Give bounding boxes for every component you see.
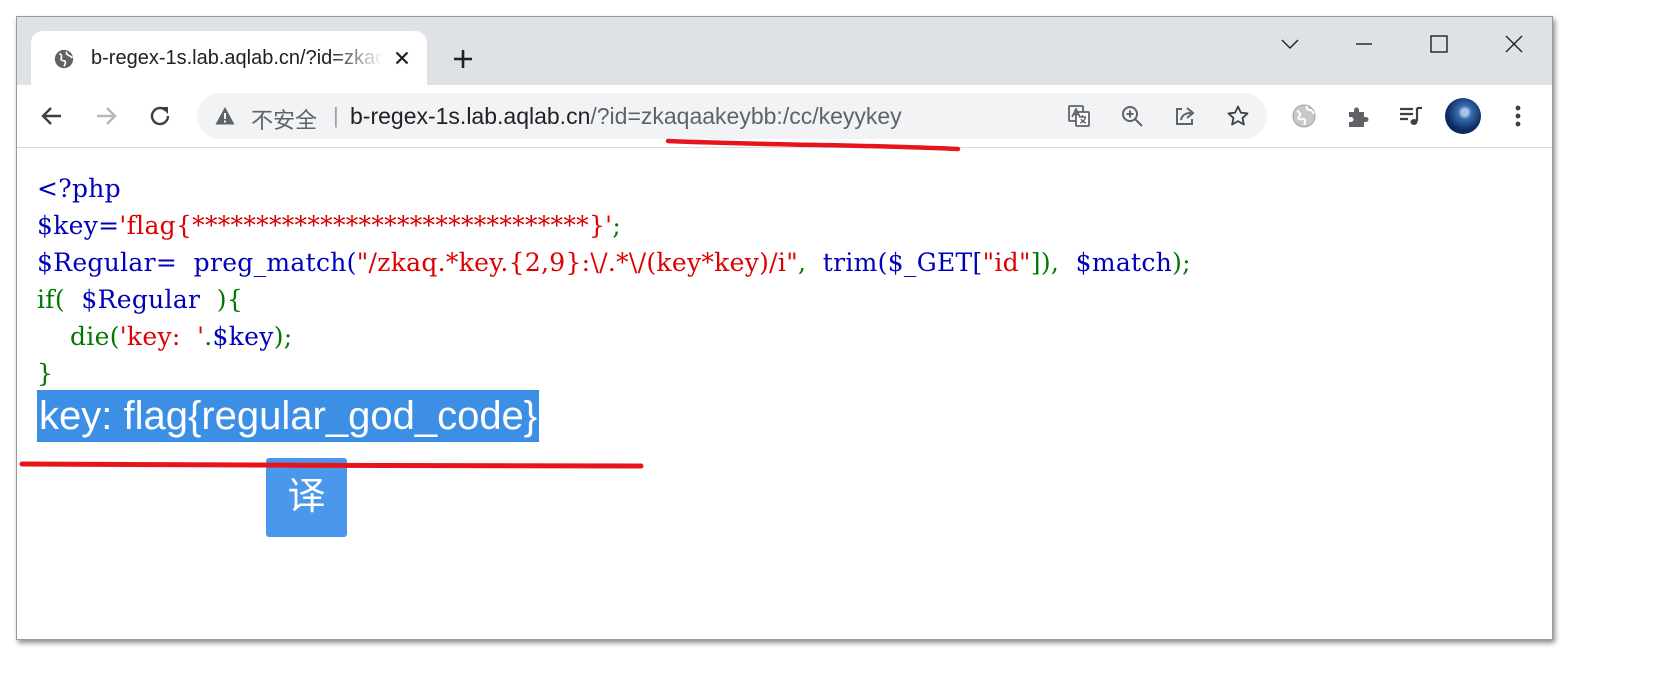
code-id-key: "id" (982, 248, 1031, 277)
flag-output-text[interactable]: key: flag{regular_god_code} (37, 390, 540, 442)
code-get: $_GET[ (887, 248, 983, 277)
code-concat: . (204, 322, 213, 351)
code-match-var: $match (1075, 248, 1173, 277)
code-if-var: $Regular (81, 285, 201, 314)
code-comma: , (798, 248, 823, 277)
code-line-php-open: <?php (37, 174, 121, 203)
code-close-brace: } (37, 359, 54, 388)
close-icon[interactable] (1497, 29, 1531, 59)
browser-toolbar: 不安全 | b-regex-1s.lab.aqlab.cn/?id=zkaqaa… (17, 85, 1552, 148)
globe-icon (54, 49, 74, 69)
code-gap (177, 248, 194, 277)
translate-icon[interactable] (1067, 104, 1091, 128)
code-close-paren: ); (1172, 248, 1191, 277)
forward-arrow-icon[interactable] (93, 103, 119, 129)
code-trim: trim( (822, 248, 888, 277)
share-icon[interactable] (1173, 104, 1197, 128)
maximize-icon[interactable] (1422, 29, 1456, 59)
active-tab[interactable]: b-regex-1s.lab.aqlab.cn/?id=zkaqaakeybb:… (31, 31, 427, 85)
address-separator: | (333, 103, 339, 128)
minimize-icon[interactable] (1347, 29, 1381, 59)
code-key-string: 'flag{*******************************}' (119, 211, 613, 240)
translate-button[interactable]: 译 (266, 458, 347, 537)
avatar[interactable] (1445, 98, 1481, 134)
code-key-var: $key= (37, 211, 120, 240)
code-close-brackets: ]), (1030, 248, 1076, 277)
star-icon[interactable] (1226, 104, 1250, 128)
globe-extension-icon[interactable] (1291, 103, 1317, 129)
address-bar[interactable]: 不安全 | b-regex-1s.lab.aqlab.cn/?id=zkaqaa… (197, 93, 1267, 139)
media-queue-icon[interactable] (1398, 103, 1424, 129)
code-semicolon: ; (612, 211, 622, 240)
browser-window: b-regex-1s.lab.aqlab.cn/?id=zkaqaakeybb:… (16, 16, 1553, 640)
code-die-var: $key (212, 322, 274, 351)
more-vert-icon[interactable] (1505, 103, 1531, 129)
back-arrow-icon[interactable] (39, 103, 65, 129)
code-if-keyword: if( (37, 285, 82, 314)
url-path: /?id=zkaqaakeybb:/cc/keyykey (590, 103, 902, 129)
tab-title: b-regex-1s.lab.aqlab.cn/?id=zkaqaakeybb:… (91, 47, 383, 69)
code-die-close: ); (273, 322, 293, 351)
puzzle-icon[interactable] (1345, 103, 1371, 129)
php-source-code: <?php $key='flag{***********************… (37, 170, 1191, 392)
code-regex-pattern: "/zkaq.*key.{2,9}:\/.*\/(key*key)/i" (356, 248, 798, 277)
code-regular-var: $Regular= (37, 248, 178, 277)
warning-icon[interactable] (215, 106, 235, 126)
code-preg-match: preg_match( (193, 248, 357, 277)
not-secure-label[interactable]: 不安全 (251, 103, 317, 135)
url-host: b-regex-1s.lab.aqlab.cn (350, 103, 591, 129)
page-content: <?php $key='flag{***********************… (17, 148, 1552, 639)
chevron-down-icon[interactable] (1273, 29, 1307, 59)
code-die: die( (70, 322, 120, 351)
plus-icon[interactable] (451, 47, 475, 71)
reload-icon[interactable] (147, 103, 173, 129)
zoom-in-icon[interactable] (1120, 104, 1144, 128)
url-text[interactable]: b-regex-1s.lab.aqlab.cn/?id=zkaqaakeybb:… (350, 103, 902, 130)
code-if-close: ){ (200, 285, 244, 314)
code-die-string: 'key: ' (119, 322, 205, 351)
tab-strip: b-regex-1s.lab.aqlab.cn/?id=zkaqaakeybb:… (17, 17, 1552, 85)
close-icon[interactable] (391, 47, 413, 69)
